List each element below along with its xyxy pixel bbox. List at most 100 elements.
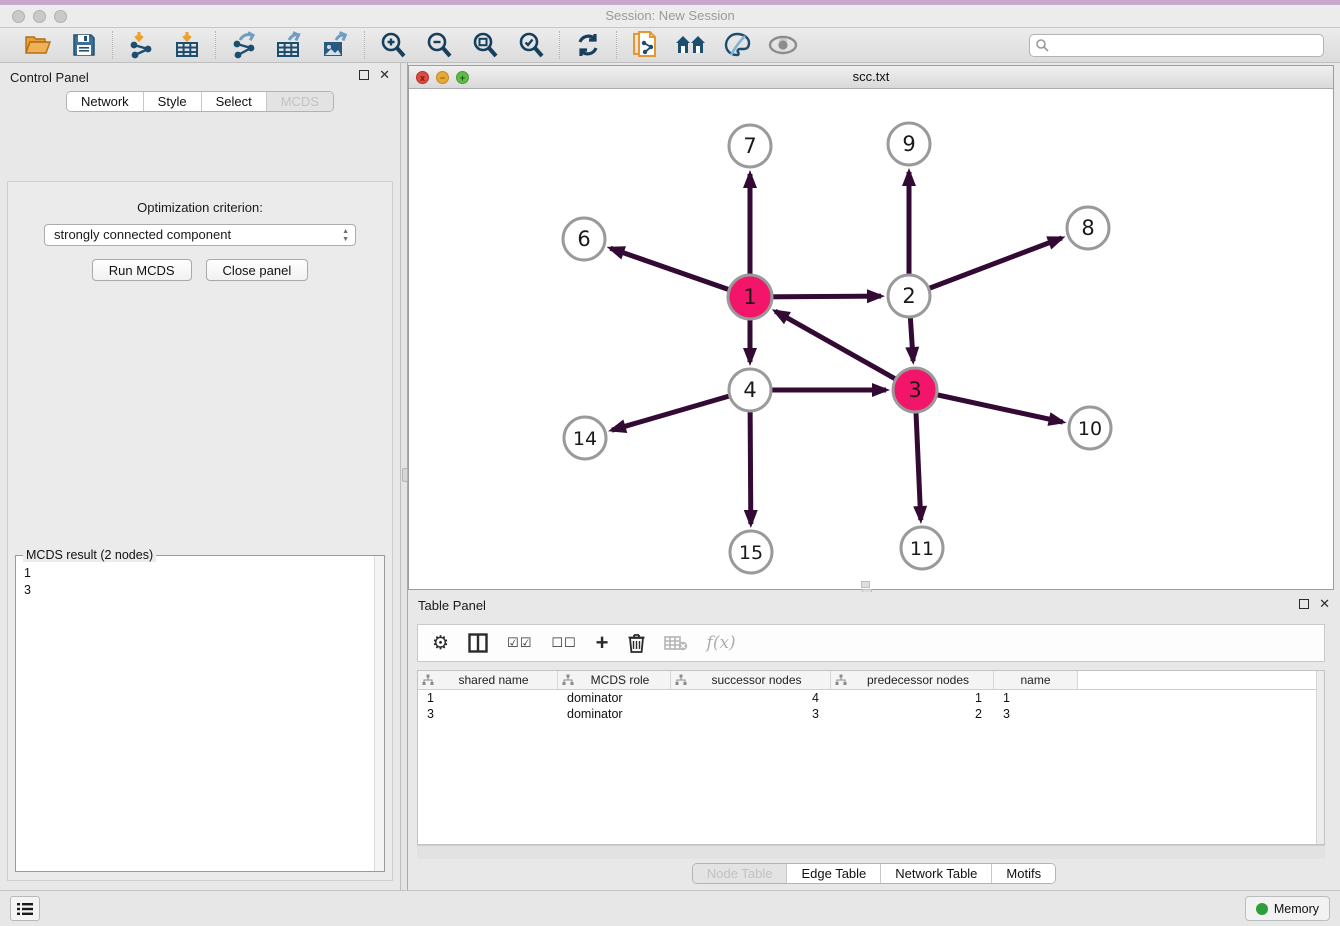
optimization-criterion-label: Optimization criterion: [8,200,392,215]
close-panel-icon[interactable]: ✕ [379,70,390,80]
cell-predecessor-nodes[interactable]: 2 [831,706,994,722]
run-mcds-button[interactable]: Run MCDS [92,259,192,281]
column-type-icon [422,674,434,686]
table-panel-title: Table Panel [418,598,486,613]
graph-node-label: 2 [902,284,915,308]
float-panel-icon[interactable] [359,70,369,80]
canvas-grip[interactable] [861,581,870,588]
apply-style-icon[interactable] [721,30,753,60]
import-network-icon[interactable] [125,30,157,60]
vertical-splitter[interactable] [400,63,408,890]
show-columns-icon[interactable] [468,633,488,653]
tab-node-table[interactable]: Node Table [693,864,788,883]
column-header-successor-nodes[interactable]: successor nodes [671,671,831,689]
table-row[interactable]: 1 dominator 4 1 1 [418,690,1324,706]
deselect-all-checks-icon[interactable]: ☐☐ [551,636,576,651]
table-panel: Table Panel ✕ ⚙ ☑☑ ☐☐ + f(x) [408,592,1340,890]
network-view-window: x − + scc.txt 7968124314101511 [408,65,1334,590]
search-input[interactable] [1029,34,1324,57]
show-hide-icon[interactable] [767,30,799,60]
add-row-icon[interactable]: + [596,633,609,653]
column-header-predecessor-nodes[interactable]: predecessor nodes [831,671,994,689]
node-table[interactable]: shared name MCDS role successor nodes pr… [417,670,1325,845]
table-body: 1 dominator 4 1 1 3 dominator 3 2 3 [418,690,1324,722]
save-session-icon[interactable] [68,30,100,60]
table-scrollbar[interactable] [1316,671,1324,844]
cell-mcds-role[interactable]: dominator [558,690,671,706]
mcds-result-text[interactable]: 1 3 [16,559,374,871]
cell-predecessor-nodes[interactable]: 1 [831,690,994,706]
cell-shared-name[interactable]: 1 [418,690,558,706]
graph-node-label: 1 [743,285,756,309]
cell-successor-nodes[interactable]: 4 [671,690,831,706]
tab-mcds[interactable]: MCDS [267,92,333,111]
column-type-icon [562,674,574,686]
export-image-icon[interactable] [320,30,352,60]
memory-status-icon [1256,903,1268,915]
cell-name[interactable]: 1 [994,690,1078,706]
criterion-select[interactable]: strongly connected component ▲▼ [44,224,356,246]
graph-node-label: 14 [573,428,597,450]
main-toolbar [0,28,1340,63]
cell-mcds-role[interactable]: dominator [558,706,671,722]
export-table-icon[interactable] [274,30,306,60]
memory-label: Memory [1274,902,1319,916]
tab-style[interactable]: Style [144,92,202,111]
statusbar: Memory [0,890,1340,926]
graph-node-label: 7 [743,134,756,158]
graph-edge-2-8 [909,238,1062,296]
cell-successor-nodes[interactable]: 3 [671,706,831,722]
table-toolbar: ⚙ ☑☑ ☐☐ + f(x) [417,624,1325,662]
cell-shared-name[interactable]: 3 [418,706,558,722]
close-panel-button[interactable]: Close panel [206,259,309,281]
open-session-icon[interactable] [22,30,54,60]
tab-select[interactable]: Select [202,92,267,111]
table-row[interactable]: 3 dominator 3 2 3 [418,706,1324,722]
zoom-selected-icon[interactable] [515,30,547,60]
graph-node-label: 9 [902,132,915,156]
network-canvas[interactable]: 7968124314101511 [409,89,1333,589]
tab-network-table[interactable]: Network Table [881,864,992,883]
close-table-panel-icon[interactable]: ✕ [1319,599,1330,609]
tab-motifs[interactable]: Motifs [992,864,1055,883]
graph-node-label: 4 [743,378,756,402]
application-window: Session: New Session [0,0,1340,926]
refresh-styles-icon[interactable] [572,30,604,60]
export-network-icon[interactable] [228,30,260,60]
splitter-grip[interactable] [402,468,408,482]
graph-node-label: 8 [1081,216,1094,240]
table-header-row: shared name MCDS role successor nodes pr… [418,671,1324,690]
column-type-icon [835,674,847,686]
zoom-fit-icon[interactable] [469,30,501,60]
mcds-panel-content: Optimization criterion: strongly connect… [7,181,393,881]
network-window-titlebar[interactable]: x − + scc.txt [409,66,1333,89]
select-all-checks-icon[interactable]: ☑☑ [507,636,532,651]
control-panel: Control Panel ✕ Network Style Select MCD… [0,63,400,890]
tab-network[interactable]: Network [67,92,144,111]
graph-edge-3-1 [775,311,915,390]
column-header-name[interactable]: name [994,671,1078,689]
memory-button[interactable]: Memory [1245,896,1330,921]
graph-node-label: 6 [577,227,590,251]
delete-rows-icon[interactable] [628,633,645,653]
list-icon [17,902,33,916]
float-table-panel-icon[interactable] [1299,599,1309,609]
import-table-icon[interactable] [171,30,203,60]
network-from-file-icon[interactable] [629,30,661,60]
home-layout-icon[interactable] [675,30,707,60]
cell-name[interactable]: 3 [994,706,1078,722]
select-stepper-icon: ▲▼ [342,228,349,243]
delete-table-icon [664,635,688,651]
table-options-icon[interactable]: ⚙ [432,634,449,653]
tab-edge-table[interactable]: Edge Table [787,864,881,883]
zoom-in-icon[interactable] [377,30,409,60]
graph-node-label: 15 [739,542,763,564]
table-tabs: Node Table Edge Table Network Table Moti… [692,863,1056,884]
zoom-out-icon[interactable] [423,30,455,60]
result-scrollbar[interactable] [374,556,384,871]
control-panel-tabs: Network Style Select MCDS [66,91,334,112]
column-header-shared-name[interactable]: shared name [418,671,558,689]
task-history-button[interactable] [10,896,40,921]
mcds-result-group: MCDS result (2 nodes) 1 3 [15,555,385,872]
column-header-mcds-role[interactable]: MCDS role [558,671,671,689]
